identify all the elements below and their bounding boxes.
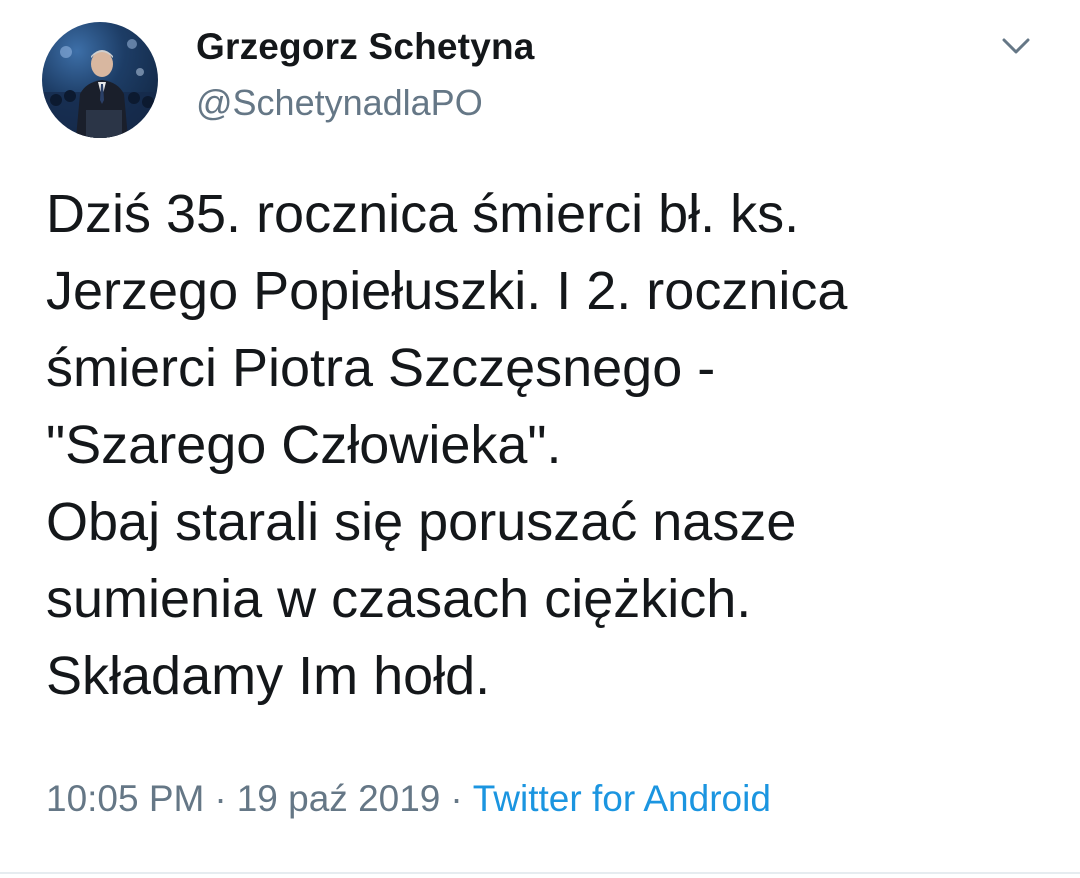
tweet-text: Dziś 35. rocznica śmierci bł. ks. Jerzeg… <box>46 176 1046 715</box>
author-handle[interactable]: @SchetynadlaPO <box>196 82 483 124</box>
tweet-text-line: śmierci Piotra Szczęsnego - <box>46 338 716 398</box>
tweet-text-line: Składamy Im hołd. <box>46 646 491 706</box>
tweet-card: Grzegorz Schetyna @SchetynadlaPO Dziś 35… <box>0 0 1080 878</box>
author-name[interactable]: Grzegorz Schetyna <box>196 26 535 68</box>
chevron-down-icon <box>1002 38 1030 54</box>
divider <box>0 872 1080 874</box>
meta-separator: · <box>214 778 227 819</box>
tweet-text-line: "Szarego Człowieka". <box>46 415 562 475</box>
tweet-date[interactable]: 19 paź 2019 <box>237 778 441 819</box>
tweet-text-line: sumienia w czasach ciężkich. <box>46 569 752 629</box>
avatar[interactable] <box>42 22 158 138</box>
tweet-text-line: Dziś 35. rocznica śmierci bł. ks. <box>46 184 800 244</box>
meta-separator: · <box>450 778 463 819</box>
tweet-text-line: Jerzego Popiełuszki. I 2. rocznica <box>46 261 848 321</box>
tweet-time[interactable]: 10:05 PM <box>46 778 204 819</box>
tweet-source-link[interactable]: Twitter for Android <box>473 778 771 819</box>
tweet-menu-button[interactable] <box>996 30 1036 62</box>
tweet-meta: 10:05 PM · 19 paź 2019 · Twitter for Android <box>46 778 771 820</box>
profile-photo-icon <box>42 39 158 138</box>
tweet-text-line: Obaj starali się poruszać nasze <box>46 492 797 552</box>
